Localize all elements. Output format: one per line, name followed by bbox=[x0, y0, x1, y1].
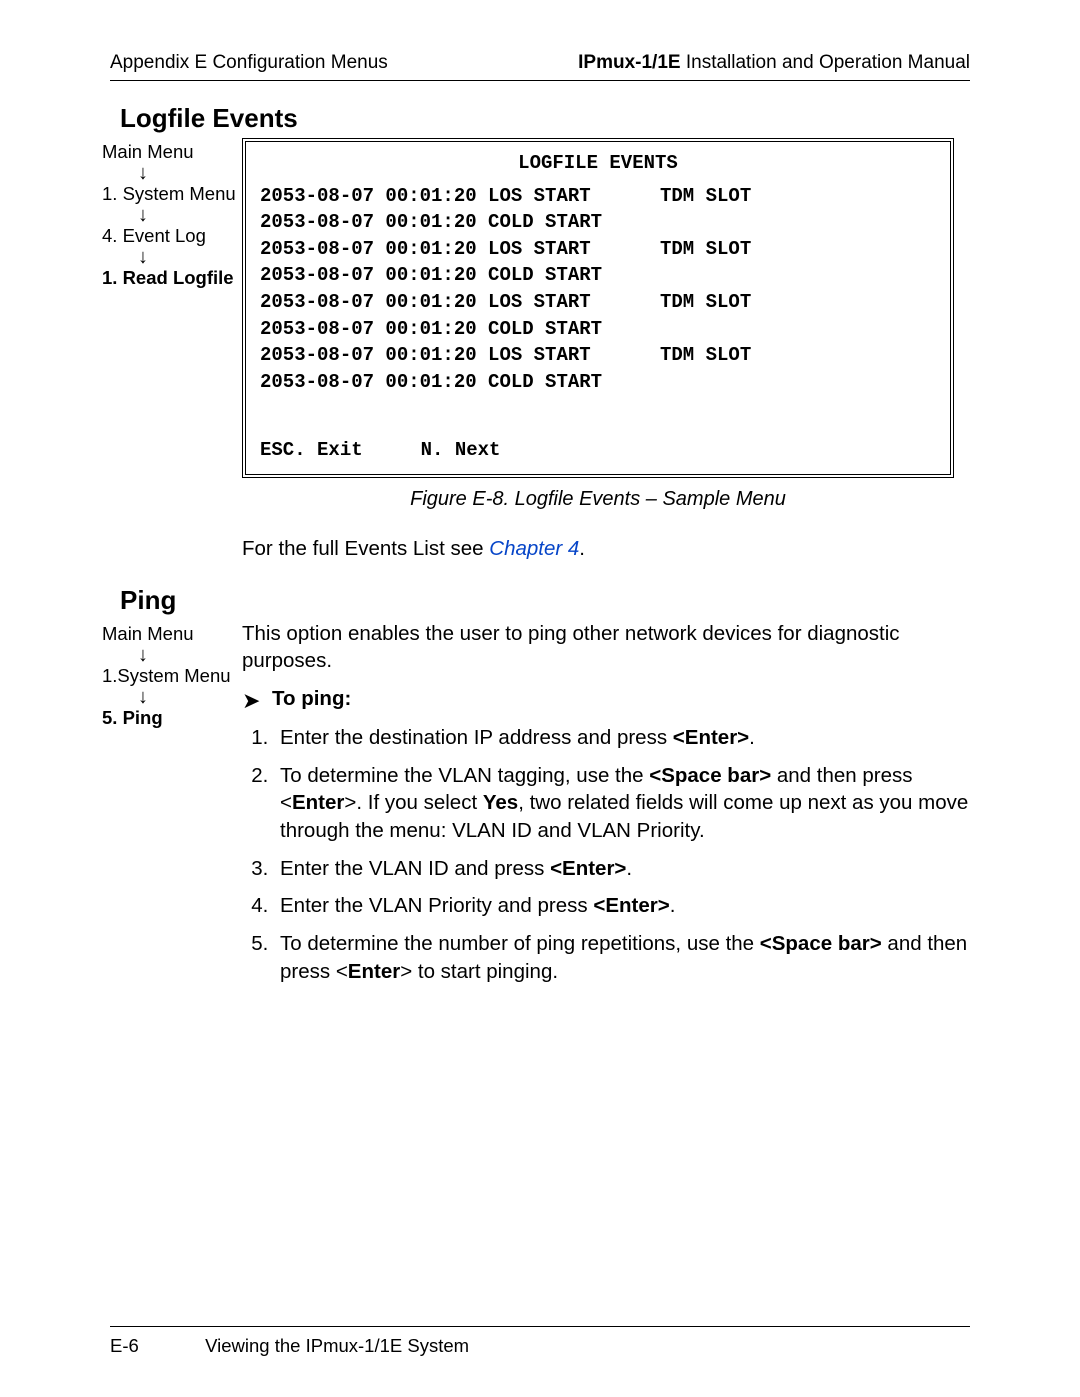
terminal-row: 2053-08-07 00:01:20 LOS STARTTDM SLOT bbox=[260, 183, 936, 210]
terminal-footer: ESC. Exit N. Next bbox=[260, 437, 936, 464]
header-right-rest: Installation and Operation Manual bbox=[681, 52, 970, 73]
section-title-ping: Ping bbox=[120, 585, 970, 616]
terminal-row: 2053-08-07 00:01:20 COLD START bbox=[260, 262, 936, 289]
terminal-row: 2053-08-07 00:01:20 LOS STARTTDM SLOT bbox=[260, 342, 936, 369]
terminal-row: 2053-08-07 00:01:20 COLD START bbox=[260, 209, 936, 236]
down-arrow-icon: ↓ bbox=[102, 646, 230, 664]
crumb-item: 4. Event Log bbox=[102, 224, 230, 248]
down-arrow-icon: ↓ bbox=[102, 688, 230, 706]
terminal-row: 2053-08-07 00:01:20 LOS STARTTDM SLOT bbox=[260, 236, 936, 263]
terminal-footer-next: N. Next bbox=[421, 439, 501, 461]
down-arrow-icon: ↓ bbox=[102, 164, 230, 182]
footer-text: Viewing the IPmux-1/1E System bbox=[205, 1335, 469, 1356]
paragraph: This option enables the user to ping oth… bbox=[242, 620, 970, 675]
crumb-item: 1. System Menu bbox=[102, 182, 230, 206]
crumb-item: 1.System Menu bbox=[102, 664, 230, 688]
breadcrumb-logfile: Main Menu ↓ 1. System Menu ↓ 4. Event Lo… bbox=[102, 138, 230, 290]
header-left: Appendix E Configuration Menus bbox=[110, 52, 388, 74]
page-footer: E-6 Viewing the IPmux-1/1E System bbox=[110, 1335, 970, 1357]
header-right-bold: IPmux-1/1E bbox=[578, 52, 680, 73]
step-item: Enter the VLAN ID and press <Enter>. bbox=[274, 855, 970, 883]
running-head: Appendix E Configuration Menus IPmux-1/1… bbox=[110, 52, 970, 81]
terminal-row: 2053-08-07 00:01:20 COLD START bbox=[260, 369, 936, 396]
step-item: To determine the VLAN tagging, use the <… bbox=[274, 762, 970, 845]
breadcrumb-ping: Main Menu ↓ 1.System Menu ↓ 5. Ping bbox=[102, 620, 230, 730]
crumb-item: Main Menu bbox=[102, 140, 230, 164]
terminal-row: 2053-08-07 00:01:20 LOS STARTTDM SLOT bbox=[260, 289, 936, 316]
procedure-steps: Enter the destination IP address and pre… bbox=[242, 724, 970, 985]
figure-caption: Figure E-8. Logfile Events – Sample Menu bbox=[242, 488, 954, 511]
crumb-item-current: 1. Read Logfile bbox=[102, 266, 230, 290]
crumb-item-current: 5. Ping bbox=[102, 706, 230, 730]
section-title-logfile: Logfile Events bbox=[120, 103, 970, 134]
down-arrow-icon: ↓ bbox=[102, 248, 230, 266]
terminal-footer-exit: ESC. Exit bbox=[260, 439, 363, 461]
terminal-row: 2053-08-07 00:01:20 COLD START bbox=[260, 316, 936, 343]
terminal-title: LOGFILE EVENTS bbox=[260, 150, 936, 177]
step-item: To determine the number of ping repetiti… bbox=[274, 930, 970, 985]
header-right: IPmux-1/1E Installation and Operation Ma… bbox=[578, 52, 970, 74]
terminal-box: LOGFILE EVENTS 2053-08-07 00:01:20 LOS S… bbox=[242, 138, 954, 478]
procedure-arrow-icon: ➤ bbox=[242, 687, 272, 714]
footer-rule bbox=[110, 1326, 970, 1327]
crumb-item: Main Menu bbox=[102, 622, 230, 646]
step-item: Enter the destination IP address and pre… bbox=[274, 724, 970, 752]
procedure-title: To ping: bbox=[272, 687, 351, 711]
paragraph: For the full Events List see Chapter 4. bbox=[242, 535, 970, 563]
page-number: E-6 bbox=[110, 1335, 200, 1357]
step-item: Enter the VLAN Priority and press <Enter… bbox=[274, 892, 970, 920]
down-arrow-icon: ↓ bbox=[102, 206, 230, 224]
chapter-link[interactable]: Chapter 4 bbox=[489, 537, 579, 560]
